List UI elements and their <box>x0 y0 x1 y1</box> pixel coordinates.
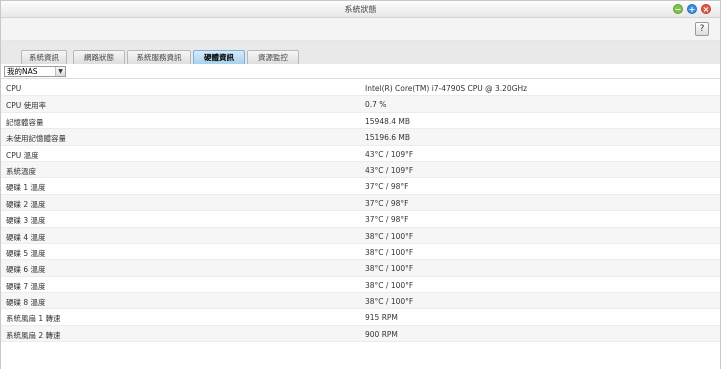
row-value: 38°C / 100°F <box>365 264 414 274</box>
row-value: 38°C / 100°F <box>365 247 414 257</box>
row-label: CPU 使用率 <box>6 101 47 111</box>
minus-icon: − <box>674 5 682 14</box>
table-row: 硬碟 2 溫度 37°C / 98°F <box>1 194 720 212</box>
table-row: 硬碟 6 溫度 38°C / 100°F <box>1 260 720 277</box>
row-label: CPU 溫度 <box>6 150 39 160</box>
help-icon: ? <box>699 24 705 34</box>
row-value: 900 RPM <box>365 329 398 339</box>
toolbar: ? <box>1 18 720 41</box>
row-value: 15948.4 MB <box>365 116 411 126</box>
tab-label: 硬體資訊 <box>204 53 234 62</box>
filter-bar: 我的NAS ▼ <box>1 64 720 79</box>
row-label: 未使用記憶體容量 <box>6 134 66 144</box>
hardware-info-table: CPU Intel(R) Core(TM) i7-4790S CPU @ 3.20… <box>1 80 720 343</box>
row-value: 38°C / 100°F <box>365 297 414 307</box>
tab-label: 系統資訊 <box>29 53 59 62</box>
tab-label: 資源監控 <box>258 53 288 62</box>
row-label: 硬碟 3 溫度 <box>6 216 46 226</box>
row-label: 系統風扇 2 轉速 <box>6 330 61 340</box>
plus-icon: + <box>688 5 696 14</box>
table-row: 系統風扇 1 轉速 915 RPM <box>1 309 720 326</box>
row-label: 硬碟 8 溫度 <box>6 298 46 308</box>
system-status-window: 系統狀態 − + × ? 系統資訊 網路狀態 系統服務資訊 硬體資訊 資源監控 … <box>0 0 721 369</box>
row-label: 系統溫度 <box>6 166 36 176</box>
maximize-button[interactable]: + <box>687 4 697 14</box>
tab-hardware-info[interactable]: 硬體資訊 <box>193 50 245 64</box>
row-value: 38°C / 100°F <box>365 231 414 241</box>
table-row: 硬碟 4 溫度 38°C / 100°F <box>1 227 720 244</box>
row-value: 43°C / 109°F <box>365 165 414 175</box>
close-button[interactable]: × <box>701 4 711 14</box>
table-row: 硬碟 1 溫度 37°C / 98°F <box>1 178 720 195</box>
table-row: 未使用記憶體容量 15196.6 MB <box>1 129 720 146</box>
row-label: 硬碟 5 溫度 <box>6 248 46 258</box>
table-row: 硬碟 5 溫度 38°C / 100°F <box>1 244 720 261</box>
row-value: Intel(R) Core(TM) i7-4790S CPU @ 3.20GHz <box>365 84 528 93</box>
title-bar[interactable]: 系統狀態 − + × <box>1 1 720 18</box>
chevron-down-icon[interactable]: ▼ <box>55 67 65 76</box>
tab-resource-monitor[interactable]: 資源監控 <box>247 50 299 64</box>
row-label: 硬碟 7 溫度 <box>6 281 46 291</box>
row-label: CPU <box>6 84 22 93</box>
tab-label: 系統服務資訊 <box>136 53 182 62</box>
table-row: 系統風扇 2 轉速 900 RPM <box>1 325 720 343</box>
tab-network-status[interactable]: 網路狀態 <box>73 50 125 64</box>
minimize-button[interactable]: − <box>673 4 683 14</box>
tab-strip: 系統資訊 網路狀態 系統服務資訊 硬體資訊 資源監控 <box>1 41 720 64</box>
row-value: 43°C / 109°F <box>365 149 414 159</box>
row-value: 37°C / 98°F <box>365 215 409 225</box>
row-value: 0.7 % <box>365 100 387 110</box>
row-value: 915 RPM <box>365 313 398 323</box>
window-title: 系統狀態 <box>344 5 377 14</box>
row-value: 38°C / 100°F <box>365 280 414 290</box>
row-label: 系統風扇 1 轉速 <box>6 314 61 324</box>
row-label: 硬碟 6 溫度 <box>6 265 46 275</box>
close-icon: × <box>702 5 710 14</box>
table-row: CPU 溫度 43°C / 109°F <box>1 146 720 162</box>
row-label: 硬碟 4 溫度 <box>6 232 46 242</box>
table-row: CPU 使用率 0.7 % <box>1 96 720 113</box>
tab-label: 網路狀態 <box>84 53 114 62</box>
row-label: 記憶體容量 <box>6 117 44 127</box>
table-row: CPU Intel(R) Core(TM) i7-4790S CPU @ 3.20… <box>1 80 720 97</box>
table-row: 硬碟 7 溫度 38°C / 100°F <box>1 277 720 294</box>
row-label: 硬碟 1 溫度 <box>6 183 46 193</box>
table-row: 系統溫度 43°C / 109°F <box>1 161 720 179</box>
row-value: 37°C / 98°F <box>365 182 409 192</box>
table-row: 記憶體容量 15948.4 MB <box>1 113 720 130</box>
table-row: 硬碟 3 溫度 37°C / 98°F <box>1 211 720 228</box>
row-label: 硬碟 2 溫度 <box>6 199 46 209</box>
table-row: 硬碟 8 溫度 38°C / 100°F <box>1 293 720 310</box>
tab-system-service-info[interactable]: 系統服務資訊 <box>127 50 191 64</box>
row-value: 15196.6 MB <box>365 133 411 143</box>
tab-system-info[interactable]: 系統資訊 <box>21 50 67 64</box>
row-value: 37°C / 98°F <box>365 198 409 208</box>
help-button[interactable]: ? <box>695 22 709 36</box>
empty-area <box>1 345 720 369</box>
nas-select[interactable]: 我的NAS ▼ <box>4 66 66 77</box>
nas-select-value: 我的NAS <box>7 67 38 76</box>
